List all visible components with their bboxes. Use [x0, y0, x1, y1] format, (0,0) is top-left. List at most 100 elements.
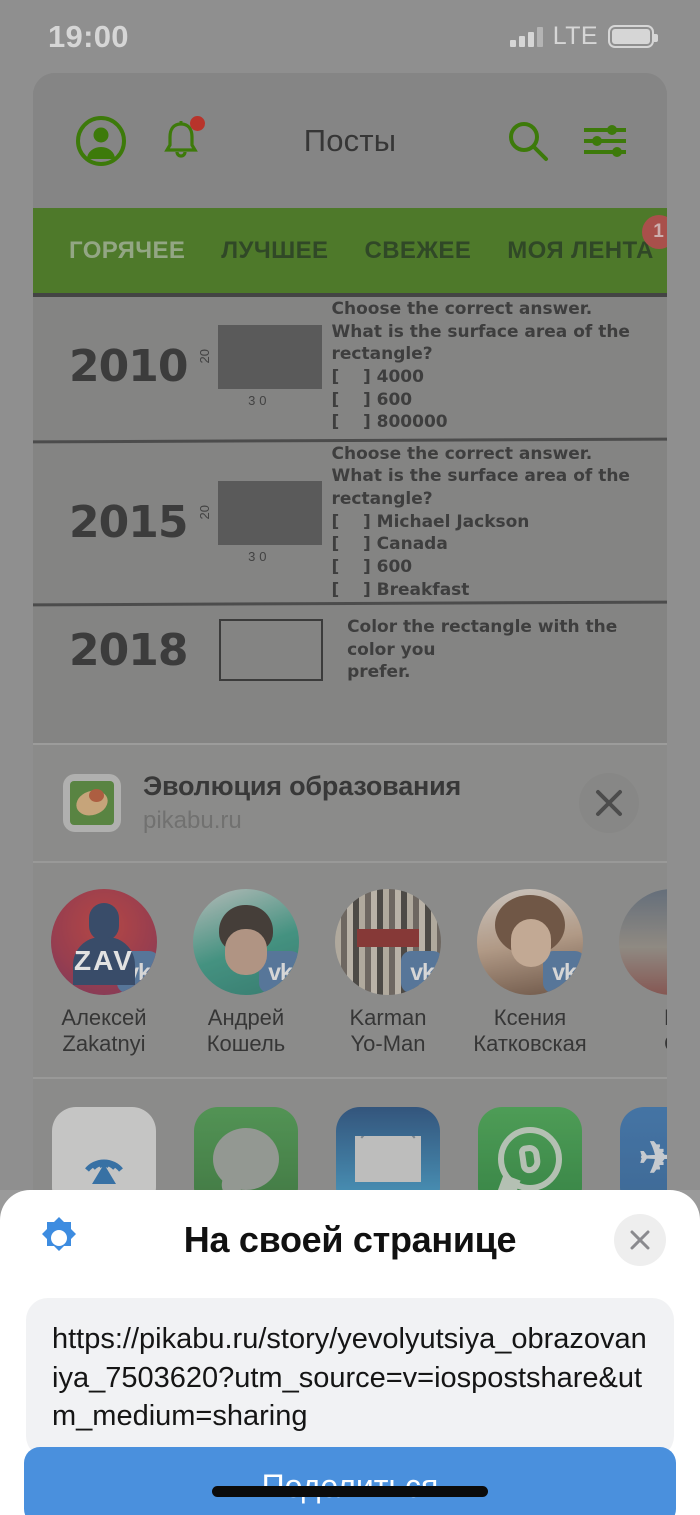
meme-line: What is the surface area of the rectangl… [331, 466, 630, 510]
contact-item[interactable]: vk Karman Yo-Man [317, 889, 459, 1057]
contact-name-line: Андрей [207, 1005, 285, 1030]
share-url-field[interactable]: https://pikabu.ru/story/yevolyutsiya_obr… [26, 1298, 674, 1458]
meme-line: prefer. [347, 662, 411, 683]
meme-figure: 20 30 [193, 324, 325, 408]
share-app-mail[interactable]: Почта [317, 1106, 459, 1190]
vk-badge-icon: vk [543, 951, 583, 993]
avatar: vk [477, 889, 583, 995]
header-right-icons [505, 118, 629, 164]
avatar: vk [193, 889, 299, 995]
meme-rectangle [217, 480, 322, 545]
status-bar-time: 19:00 [48, 18, 129, 54]
share-app-whatsapp[interactable]: WhatsApp [459, 1106, 601, 1190]
meme-question: Choose the correct answer. What is the s… [326, 298, 667, 434]
contact-name: Андрей Кошель [207, 1005, 286, 1057]
meme-line: What is the surface area of the rectangl… [331, 321, 630, 365]
share-link-title: Эволюция образования [143, 771, 462, 801]
meme-dim-horizontal: 30 [248, 392, 271, 408]
tab-label: МОЯ ЛЕНТА [507, 236, 654, 264]
share-link-domain: pikabu.ru [143, 807, 242, 834]
share-link-preview: Эволюция образования pikabu.ru [33, 743, 667, 861]
bell-notification-icon[interactable] [161, 115, 205, 164]
tab-badge-count: 1 [641, 214, 667, 249]
meme-option: [ ] 4000 [331, 367, 424, 387]
sliders-filter-icon[interactable] [581, 121, 629, 161]
meme-figure: 20 30 [193, 480, 325, 564]
post-image[interactable]: 2010 20 30 Choose the correct answer. Wh… [33, 293, 667, 743]
share-app-telegram[interactable]: ✈ [601, 1106, 667, 1190]
cellular-signal-icon [509, 26, 543, 47]
share-apps-row[interactable]: AirDrop Сообщения Почта WhatsApp ✈ [33, 1076, 667, 1190]
sheet-title: На своей странице [183, 1219, 517, 1260]
app-screen-card: Посты ГОРЯЧЕЕ ЛУЧШЕЕ СВЕЖЕЕ МОЯ ЛЕНТА 1 … [33, 73, 667, 1190]
meme-dim-vertical: 20 [196, 349, 212, 364]
search-icon[interactable] [505, 118, 551, 164]
tab-label: СВЕЖЕЕ [364, 236, 472, 264]
tab-hot[interactable]: ГОРЯЧЕЕ [51, 237, 203, 265]
meme-year: 2015 [69, 496, 188, 548]
meme-year: 2010 [69, 340, 188, 392]
pikabu-icon [63, 774, 121, 832]
meme-line: Choose the correct answer. [331, 443, 593, 464]
contact-name-line: Yo-Man [350, 1030, 426, 1056]
contact-name: Ксения Катковская [473, 1005, 586, 1057]
contact-item[interactable]: vk Ксения Катковская [459, 889, 601, 1057]
bell-unread-dot [190, 115, 205, 131]
tab-bar[interactable]: ГОРЯЧЕЕ ЛУЧШЕЕ СВЕЖЕЕ МОЯ ЛЕНТА 1 СООБЩЕ [33, 208, 667, 293]
contact-item[interactable]: vk Андрей Кошель [175, 889, 317, 1057]
meme-year: 2018 [69, 624, 188, 676]
share-app-airdrop[interactable]: AirDrop [33, 1106, 175, 1190]
home-indicator [212, 1486, 488, 1497]
meme-option: [ ] Canada [331, 534, 448, 555]
share-link-meta: Эволюция образования pikabu.ru [143, 771, 557, 835]
meme-question: Choose the correct answer. What is the s… [326, 443, 667, 601]
contact-name-line: Н [664, 1005, 667, 1030]
profile-avatar-icon[interactable] [75, 115, 127, 167]
meme-dim-vertical: 20 [196, 505, 212, 520]
share-contacts-row[interactable]: ZAV vk Алексей Zakatnyi vk Андрей Кошель… [33, 861, 667, 1077]
meme-row: 2015 20 30 Choose the correct answer. Wh… [33, 442, 667, 602]
app-header: Посты [33, 73, 667, 208]
avatar: ZAV vk [51, 889, 157, 995]
contact-name: Н С [664, 1005, 667, 1057]
battery-icon [608, 25, 658, 48]
share-app-messages[interactable]: Сообщения [175, 1106, 317, 1190]
avatar: vk [335, 889, 441, 995]
telegram-icon: ✈ [620, 1106, 667, 1190]
contact-name-line: Кошель [206, 1030, 286, 1056]
meme-question: Color the rectangle with the color you p… [341, 616, 667, 684]
vk-badge-icon: vk [401, 951, 441, 993]
status-bar: 19:00 LTE [0, 0, 700, 73]
tab-fresh[interactable]: СВЕЖЕЕ [346, 237, 489, 265]
contact-name: Karman Yo-Man [349, 1005, 426, 1057]
contact-item[interactable]: ZAV vk Алексей Zakatnyi [33, 889, 175, 1057]
meme-option: [ ] 600 [331, 556, 413, 577]
contact-name-line: Ксения [493, 1005, 567, 1030]
meme-option: [ ] Breakfast [331, 579, 470, 600]
whatsapp-icon [478, 1106, 582, 1190]
meme-option: [ ] 800000 [331, 412, 448, 433]
share-button[interactable]: Поделиться [24, 1447, 676, 1515]
close-icon[interactable] [579, 773, 639, 833]
contact-name-line: Zakatnyi [62, 1030, 146, 1056]
meme-row: 2010 20 30 Choose the correct answer. Wh… [33, 293, 667, 439]
status-bar-indicators: LTE [509, 22, 658, 51]
network-type-label: LTE [552, 22, 598, 50]
sheet-header: На своей странице [0, 1190, 700, 1290]
contact-name-line: Karman [349, 1005, 427, 1030]
meme-line: Choose the correct answer. [331, 299, 593, 320]
header-left-icons [75, 115, 205, 167]
messages-icon [194, 1106, 298, 1190]
tab-best[interactable]: ЛУЧШЕЕ [203, 237, 346, 265]
gear-icon[interactable] [34, 1213, 84, 1268]
contact-name-line: С [664, 1031, 667, 1056]
meme-figure [201, 619, 341, 681]
tab-label: ГОРЯЧЕЕ [69, 236, 186, 264]
close-icon[interactable] [614, 1214, 666, 1266]
meme-rectangle-empty [218, 619, 323, 681]
tab-my-feed[interactable]: МОЯ ЛЕНТА 1 [489, 214, 667, 265]
avatar [619, 889, 667, 995]
meme-rectangle [217, 324, 322, 389]
contact-item[interactable]: Н С [601, 889, 667, 1057]
meme-option: [ ] Michael Jackson [331, 511, 530, 532]
